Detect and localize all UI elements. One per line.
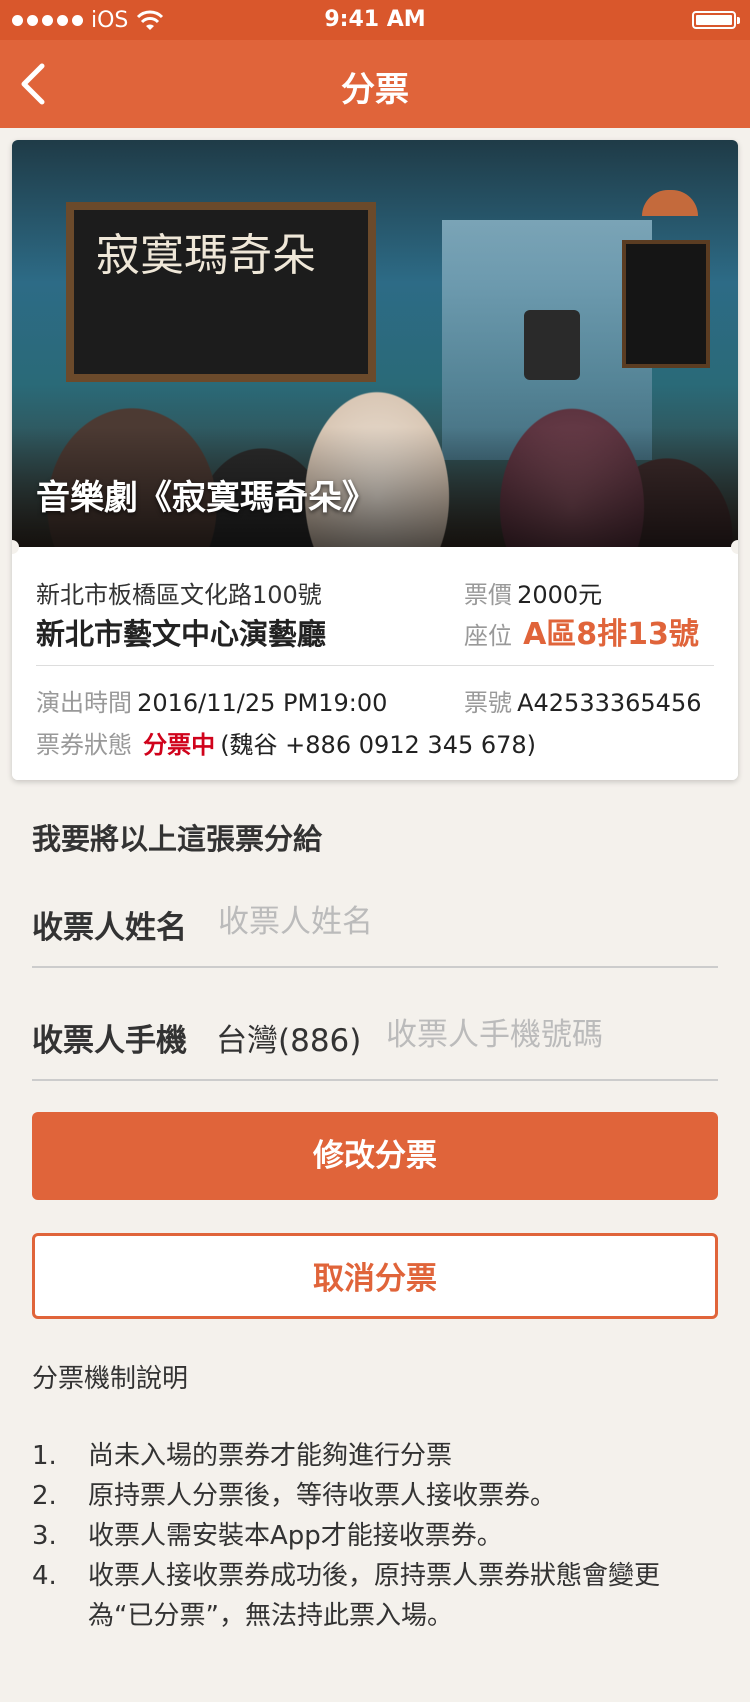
show-time-label: 演出時間: [36, 689, 132, 717]
recipient-name-field: 收票人姓名: [32, 880, 718, 968]
show-poster: 寂寞瑪奇朵 音樂劇《寂寞瑪奇朵》: [12, 140, 738, 547]
modify-share-button[interactable]: 修改分票: [32, 1112, 718, 1200]
venue-name: 新北市藝文中心演藝廳: [36, 617, 327, 651]
ticket-card: 寂寞瑪奇朵 音樂劇《寂寞瑪奇朵》 新北市板橋區文化路100號 新北市藝文中心演藝…: [12, 140, 738, 780]
price-value: 2000元: [517, 581, 603, 609]
venue-address: 新北市板橋區文化路100號: [36, 581, 322, 609]
rule-item: 4. 收票人接收票券成功後，原持票人票券狀態會變更為“已分票”，無法持此票入場。: [32, 1556, 718, 1636]
ticket-number-value: A42533365456: [517, 689, 702, 717]
status-time: 9:41 AM: [324, 7, 426, 32]
show-time-value: 2016/11/25 PM19:00: [137, 689, 388, 717]
rule-text: 收票人需安裝本App才能接收票券。: [88, 1521, 503, 1551]
rule-text: 尚未入場的票券才能夠進行分票: [88, 1441, 453, 1471]
ticket-status-detail: (魏谷 +886 0912 345 678): [220, 731, 537, 759]
recipient-phone-input[interactable]: [384, 1009, 718, 1061]
rule-text: 原持票人分票後，等待收票人接收票券。: [88, 1481, 557, 1511]
show-time-row: 演出時間 2016/11/25 PM19:00: [36, 683, 387, 718]
rule-text: 收票人接收票券成功後，原持票人票券狀態會變更為“已分票”，無法持此票入場。: [88, 1561, 661, 1631]
recipient-name-label: 收票人姓名: [32, 910, 187, 946]
show-title: 音樂劇《寂寞瑪奇朵》: [36, 478, 376, 518]
rule-number: 2.: [32, 1481, 57, 1511]
rules-list: 1. 尚未入場的票券才能夠進行分票 2. 原持票人分票後，等待收票人接收票券。 …: [32, 1436, 718, 1636]
recipient-phone-label: 收票人手機: [32, 1023, 187, 1059]
seat-value: A區8排13號: [523, 617, 699, 652]
status-bar: iOS 9:41 AM: [0, 0, 750, 40]
ticket-status-label: 票券狀態: [36, 731, 132, 759]
ticket-number-label: 票號: [464, 689, 512, 717]
ticket-status-row: 票券狀態 分票中 (魏谷 +886 0912 345 678): [36, 725, 536, 760]
recipient-name-input[interactable]: [216, 896, 700, 948]
ticket-number-row: 票號 A42533365456: [464, 683, 701, 718]
seat-row: 座位 A區8排13號: [464, 609, 699, 653]
rule-number: 1.: [32, 1441, 57, 1471]
ticket-info: 新北市板橋區文化路100號 新北市藝文中心演藝廳 票價 2000元 座位 A區8…: [12, 547, 738, 780]
ticket-notch-right: [731, 540, 738, 554]
country-code-selector[interactable]: 台灣(886): [216, 1015, 361, 1060]
cancel-share-button[interactable]: 取消分票: [32, 1233, 718, 1319]
rule-item: 1. 尚未入場的票券才能夠進行分票: [32, 1436, 718, 1476]
page-title: 分票: [341, 70, 409, 110]
recipient-phone-field: 收票人手機 台灣(886): [32, 993, 718, 1081]
rule-item: 2. 原持票人分票後，等待收票人接收票券。: [32, 1476, 718, 1516]
battery-icon: [692, 11, 740, 29]
divider: [36, 665, 714, 666]
share-section-title: 我要將以上這張票分給: [32, 822, 323, 856]
price-label: 票價: [464, 581, 512, 609]
poster-lamp: [642, 190, 698, 216]
rule-item: 3. 收票人需安裝本App才能接收票券。: [32, 1516, 718, 1556]
nav-bar: 分票: [0, 40, 750, 128]
price-row: 票價 2000元: [464, 575, 602, 610]
poster-board-title: 寂寞瑪奇朵: [96, 230, 316, 281]
rule-number: 4.: [32, 1561, 57, 1591]
rules-title: 分票機制說明: [32, 1364, 189, 1394]
rule-number: 3.: [32, 1521, 57, 1551]
ticket-status-value: 分票中: [143, 731, 216, 759]
seat-label: 座位: [464, 622, 512, 650]
